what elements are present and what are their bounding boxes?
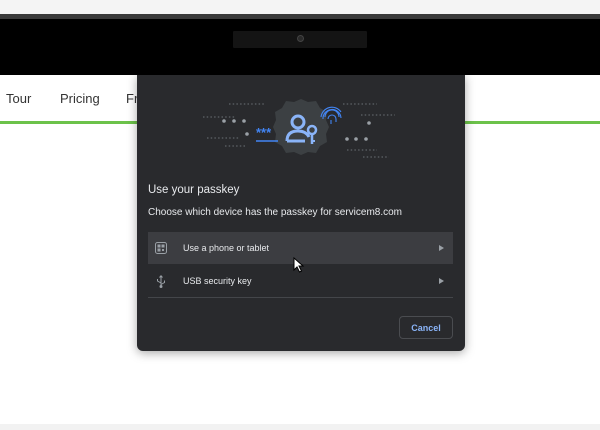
chevron-right-icon — [437, 277, 445, 285]
dialog-divider — [148, 297, 453, 298]
mouse-cursor-icon — [293, 257, 305, 273]
camera-icon — [297, 35, 304, 42]
passkey-dialog: *** Use your passkey Choose which device… — [137, 75, 465, 351]
usb-icon — [154, 274, 168, 288]
nav-link-pricing[interactable]: Pricing — [60, 91, 100, 106]
dialog-title: Use your passkey — [148, 184, 240, 196]
option-label: USB security key — [183, 276, 252, 286]
dialog-subtitle: Choose which device has the passkey for … — [148, 207, 403, 218]
page-bottom-strip — [0, 424, 600, 430]
password-stars: *** — [256, 125, 272, 140]
option-label: Use a phone or tablet — [183, 243, 270, 253]
nav-link-tour[interactable]: Tour — [6, 91, 31, 106]
chevron-right-icon — [437, 244, 445, 252]
qr-code-icon — [154, 241, 168, 255]
laptop-bezel-top — [0, 0, 600, 14]
passkey-illustration: *** — [203, 99, 395, 158]
cancel-button[interactable]: Cancel — [399, 316, 453, 339]
